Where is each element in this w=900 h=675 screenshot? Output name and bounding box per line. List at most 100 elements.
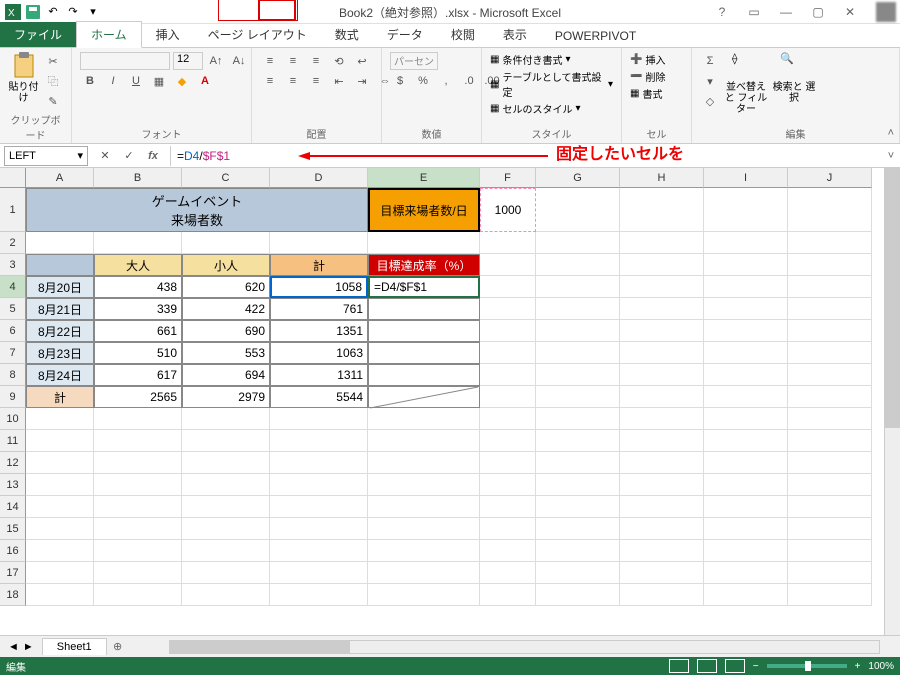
underline-button[interactable]: U xyxy=(126,72,146,90)
cut-icon[interactable]: ✂ xyxy=(43,52,63,70)
decrease-font-icon[interactable]: A↓ xyxy=(229,52,249,70)
percent-icon[interactable]: % xyxy=(413,72,433,90)
tab-powerpivot[interactable]: POWERPIVOT xyxy=(541,25,650,47)
scroll-thumb[interactable] xyxy=(885,168,900,428)
redo-icon[interactable]: ↷ xyxy=(64,3,82,21)
delete-cells-button[interactable]: ➖ 削除 xyxy=(630,69,665,84)
zoom-level[interactable]: 100% xyxy=(868,661,894,672)
view-layout-icon[interactable] xyxy=(697,659,717,673)
increase-font-icon[interactable]: A↑ xyxy=(206,52,226,70)
col-header[interactable]: A xyxy=(26,168,94,188)
sort-filter-button[interactable]: ⟠ 並べ替えと フィルター xyxy=(724,52,768,115)
fill-color-button[interactable]: ◆ xyxy=(172,72,192,90)
inc-decimal-icon[interactable]: .0 xyxy=(459,72,479,90)
tab-file[interactable]: ファイル xyxy=(0,22,76,47)
align-left-icon[interactable]: ≡ xyxy=(260,72,280,90)
align-mid-icon[interactable]: ≡ xyxy=(283,52,303,70)
row-header[interactable]: 5 xyxy=(0,298,26,320)
namebox-dropdown-icon[interactable]: ▾ xyxy=(77,149,83,162)
orientation-icon[interactable]: ⟲ xyxy=(329,52,349,70)
font-name-combo[interactable] xyxy=(80,52,170,70)
view-pagebreak-icon[interactable] xyxy=(725,659,745,673)
align-center-icon[interactable]: ≡ xyxy=(283,72,303,90)
maximize-icon[interactable]: ▢ xyxy=(806,3,830,21)
cell[interactable]: 大人 xyxy=(94,254,182,276)
cell[interactable]: 438 xyxy=(94,276,182,298)
tab-data[interactable]: データ xyxy=(373,22,437,47)
cell-style-button[interactable]: ▦ セルのスタイル ▾ xyxy=(490,101,580,116)
row-header[interactable]: 3 xyxy=(0,254,26,276)
cell[interactable]: 計 xyxy=(270,254,368,276)
font-size-combo[interactable]: 12 xyxy=(173,52,203,70)
row-header[interactable]: 2 xyxy=(0,232,26,254)
zoom-out-icon[interactable]: − xyxy=(753,661,759,672)
tab-formulas[interactable]: 数式 xyxy=(321,22,373,47)
row-header[interactable]: 4 xyxy=(0,276,26,298)
minimize-icon[interactable]: — xyxy=(774,3,798,21)
cell-diagonal[interactable] xyxy=(368,386,480,408)
ribbon-options-icon[interactable]: ▭ xyxy=(742,3,766,21)
currency-icon[interactable]: $ xyxy=(390,72,410,90)
font-color-button[interactable]: A xyxy=(195,72,215,90)
cell-F1[interactable]: 1000 xyxy=(480,188,536,232)
fx-icon[interactable]: fx xyxy=(144,147,162,165)
indent-dec-icon[interactable]: ⇤ xyxy=(329,72,349,90)
select-all-corner[interactable] xyxy=(0,168,26,188)
bold-button[interactable]: B xyxy=(80,72,100,90)
row-header[interactable]: 7 xyxy=(0,342,26,364)
sheet-nav-next-icon[interactable]: ► xyxy=(23,641,34,653)
cell[interactable] xyxy=(26,254,94,276)
view-normal-icon[interactable] xyxy=(669,659,689,673)
scroll-thumb[interactable] xyxy=(170,641,350,653)
tab-home[interactable]: ホーム xyxy=(76,21,142,48)
tab-insert[interactable]: 挿入 xyxy=(142,22,194,47)
collapse-ribbon-icon[interactable]: ˄ xyxy=(888,127,894,139)
row-header[interactable]: 6 xyxy=(0,320,26,342)
name-box[interactable]: LEFT▾ xyxy=(4,146,88,166)
col-header[interactable]: J xyxy=(788,168,872,188)
row-header[interactable]: 9 xyxy=(0,386,26,408)
cell-E4-active[interactable]: =D4/$F$1 xyxy=(368,276,480,298)
copy-icon[interactable]: ⿻ xyxy=(43,72,63,90)
indent-inc-icon[interactable]: ⇥ xyxy=(352,72,372,90)
user-avatar[interactable] xyxy=(876,2,896,22)
border-button[interactable]: ▦ xyxy=(149,72,169,90)
col-header[interactable]: G xyxy=(536,168,620,188)
col-header[interactable]: E xyxy=(368,168,480,188)
horizontal-scrollbar[interactable] xyxy=(169,640,880,654)
format-cells-button[interactable]: ▦ 書式 xyxy=(630,86,662,101)
comma-icon[interactable]: , xyxy=(436,72,456,90)
cell-goal-label[interactable]: 目標来場者数/日 xyxy=(368,188,480,232)
cond-format-button[interactable]: ▦ 条件付き書式 ▾ xyxy=(490,52,570,67)
wrap-text-icon[interactable]: ↩ xyxy=(352,52,372,70)
cancel-edit-icon[interactable]: ✕ xyxy=(96,147,114,165)
vertical-scrollbar[interactable] xyxy=(884,168,900,635)
cell-D4[interactable]: 1058 xyxy=(270,276,368,298)
align-top-icon[interactable]: ≡ xyxy=(260,52,280,70)
row-header[interactable]: 1 xyxy=(0,188,26,232)
tab-layout[interactable]: ページ レイアウト xyxy=(194,22,321,47)
find-select-button[interactable]: 🔍 検索と 選択 xyxy=(772,52,816,104)
zoom-slider[interactable] xyxy=(767,664,847,668)
cell[interactable]: 8月20日 xyxy=(26,276,94,298)
col-header[interactable]: F xyxy=(480,168,536,188)
sheet-nav-prev-icon[interactable]: ◄ xyxy=(8,641,19,653)
row-header[interactable]: 8 xyxy=(0,364,26,386)
tab-review[interactable]: 校閲 xyxy=(437,22,489,47)
zoom-in-icon[interactable]: + xyxy=(855,661,861,672)
cell-title-merged[interactable]: ゲームイベント来場者数 xyxy=(26,188,368,232)
confirm-edit-icon[interactable]: ✓ xyxy=(120,147,138,165)
cell[interactable]: 小人 xyxy=(182,254,270,276)
worksheet-grid[interactable]: A B C D E F G H I J 1 ゲームイベント来場者数 目標来場者数… xyxy=(0,168,900,635)
cell[interactable]: 620 xyxy=(182,276,270,298)
align-right-icon[interactable]: ≡ xyxy=(306,72,326,90)
qat-dropdown-icon[interactable]: ▾ xyxy=(84,3,102,21)
expand-formula-bar-icon[interactable]: ˅ xyxy=(882,150,900,162)
col-header[interactable]: D xyxy=(270,168,368,188)
col-header[interactable]: I xyxy=(704,168,788,188)
tab-view[interactable]: 表示 xyxy=(489,22,541,47)
save-icon[interactable] xyxy=(24,3,42,21)
sheet-tab[interactable]: Sheet1 xyxy=(42,638,107,655)
number-format-combo[interactable]: パーセン xyxy=(390,52,438,70)
insert-cells-button[interactable]: ➕ 挿入 xyxy=(630,52,665,67)
